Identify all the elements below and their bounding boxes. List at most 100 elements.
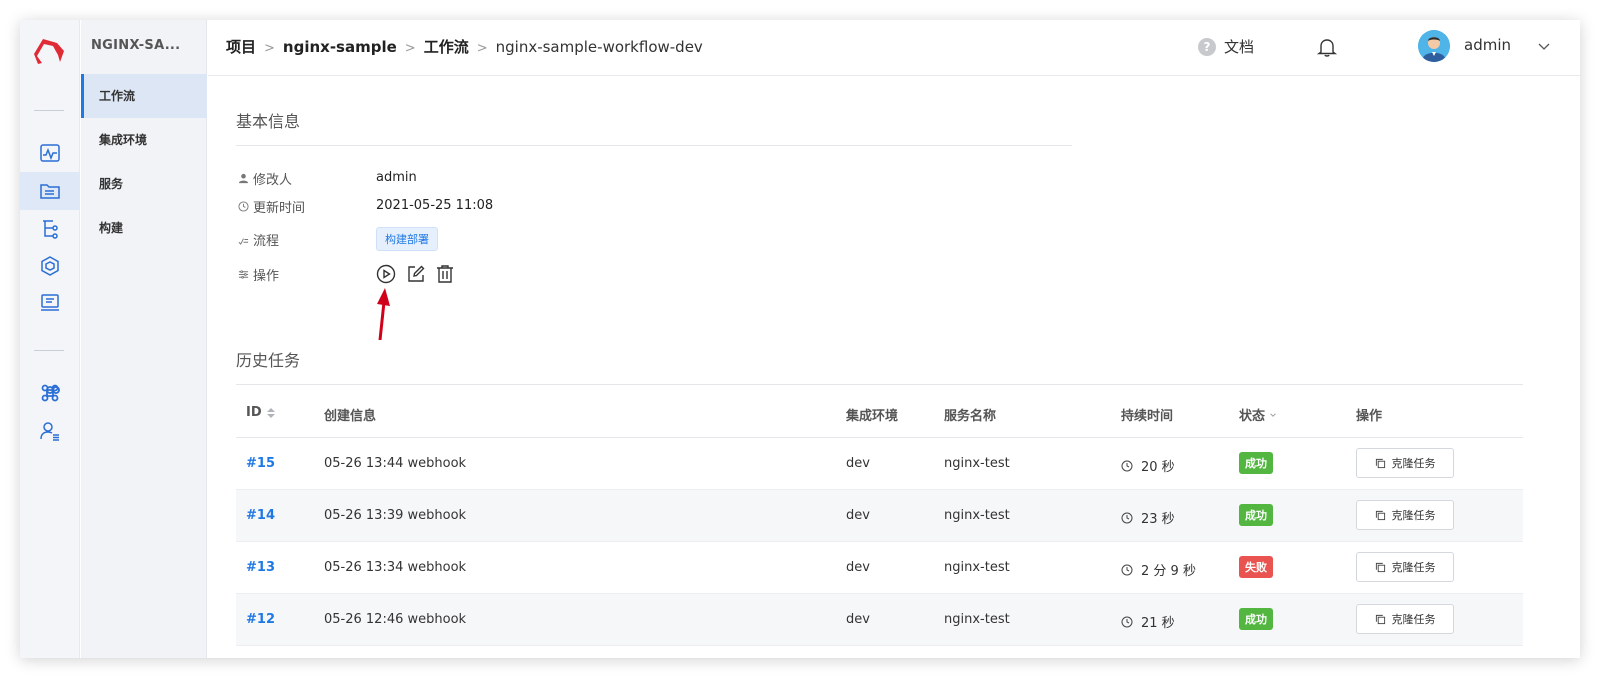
column-duration: 持续时间: [1121, 409, 1174, 424]
rail-divider: [34, 350, 64, 351]
task-created: 05-26 13:34 webhook: [324, 560, 467, 575]
task-created: 05-26 13:44 webhook: [324, 456, 467, 471]
task-created: 05-26 13:39 webhook: [324, 508, 467, 523]
clock-icon: [1121, 616, 1133, 627]
avatar[interactable]: [1418, 30, 1450, 62]
subnav-item-workflow[interactable]: 工作流: [81, 74, 207, 118]
sliders-icon: [238, 270, 249, 279]
flow-label: 流程: [238, 230, 279, 249]
clone-task-button[interactable]: 克隆任务: [1356, 448, 1454, 478]
main-content: 基本信息 修改人 admin 更新时间 2021-05-25 11:08 流程 …: [208, 76, 1580, 658]
help-icon: ?: [1198, 37, 1216, 56]
clone-task-button[interactable]: 克隆任务: [1356, 552, 1454, 582]
modifier-label: 修改人: [238, 169, 292, 188]
rail-deploy-icon[interactable]: [20, 284, 80, 322]
table-row: #14 05-26 13:39 webhook dev nginx-test 2…: [236, 490, 1523, 542]
status-badge: 成功: [1239, 504, 1273, 526]
task-id-link[interactable]: #12: [246, 612, 275, 627]
history-divider: [236, 384, 1523, 385]
clone-task-button[interactable]: 克隆任务: [1356, 500, 1454, 530]
task-environment: dev: [846, 612, 870, 627]
subnav-item-environment[interactable]: 集成环境: [81, 118, 207, 162]
flow-label-text: 流程: [253, 234, 280, 249]
task-duration: 23 秒: [1121, 508, 1175, 527]
rail-cube-icon[interactable]: [20, 247, 80, 285]
task-duration-text: 2 分 9 秒: [1141, 564, 1196, 579]
breadcrumb-projects[interactable]: 项目: [226, 38, 256, 56]
breadcrumb-separator: >: [264, 41, 275, 56]
column-environment: 集成环境: [846, 409, 899, 424]
breadcrumb-project[interactable]: nginx-sample: [283, 38, 397, 56]
run-icon[interactable]: [376, 264, 396, 284]
status-badge: 成功: [1239, 452, 1273, 474]
column-id[interactable]: ID: [246, 405, 276, 420]
table-row: #13 05-26 13:34 webhook dev nginx-test 2…: [236, 542, 1523, 594]
docs-label: 文档: [1224, 38, 1255, 56]
chevron-down-icon[interactable]: [1269, 411, 1277, 419]
rail-tree-icon[interactable]: [20, 210, 80, 248]
clone-task-label: 克隆任务: [1391, 457, 1436, 470]
copy-icon: [1375, 510, 1385, 520]
user-icon: [238, 173, 249, 184]
rail-user-list-icon[interactable]: [20, 412, 80, 450]
icon-rail: [20, 20, 80, 658]
modifier-value: admin: [376, 170, 417, 185]
edit-icon[interactable]: [406, 264, 426, 284]
updated-label: 更新时间: [238, 197, 305, 216]
task-service: nginx-test: [944, 508, 1010, 523]
sort-icon[interactable]: [266, 407, 276, 419]
column-status[interactable]: 状态: [1239, 405, 1277, 424]
column-created: 创建信息: [324, 409, 377, 424]
clock-icon: [1121, 512, 1133, 523]
clone-task-label: 克隆任务: [1391, 509, 1436, 522]
task-id-link[interactable]: #15: [246, 456, 275, 471]
chevron-down-icon[interactable]: [1536, 38, 1552, 54]
flow-icon: [238, 238, 249, 245]
task-duration: 21 秒: [1121, 612, 1175, 631]
task-service: nginx-test: [944, 560, 1010, 575]
rail-monitor-icon[interactable]: [20, 134, 80, 172]
clock-icon: [238, 201, 249, 212]
column-id-label: ID: [246, 405, 262, 420]
task-id-link[interactable]: #14: [246, 508, 275, 523]
clock-icon: [1121, 564, 1133, 575]
project-name[interactable]: NGINX-SA...: [91, 38, 180, 53]
breadcrumb-separator: >: [404, 41, 416, 56]
task-duration: 2 分 9 秒: [1121, 560, 1196, 579]
breadcrumb-current: nginx-sample-workflow-dev: [495, 38, 703, 56]
updated-value: 2021-05-25 11:08: [376, 198, 494, 213]
column-status-label: 状态: [1239, 409, 1266, 424]
actions-label: 操作: [238, 265, 279, 284]
sub-navigation: NGINX-SA... 工作流 集成环境 服务 构建: [81, 20, 207, 658]
breadcrumb-workflows[interactable]: 工作流: [424, 38, 469, 56]
flow-tag: 构建部署: [376, 227, 438, 251]
clone-task-button[interactable]: 克隆任务: [1356, 604, 1454, 634]
task-created: 05-26 12:46 webhook: [324, 612, 467, 627]
rail-project-icon[interactable]: [20, 172, 80, 210]
table-row: #12 05-26 12:46 webhook dev nginx-test 2…: [236, 594, 1523, 646]
history-title: 历史任务: [236, 351, 301, 370]
delete-icon[interactable]: [435, 264, 455, 284]
task-environment: dev: [846, 508, 870, 523]
updated-label-text: 更新时间: [253, 201, 306, 216]
docs-link[interactable]: ? 文档: [1198, 36, 1254, 57]
logo-icon[interactable]: [26, 30, 72, 76]
status-badge: 失败: [1239, 556, 1273, 578]
app-window: NGINX-SA... 工作流 集成环境 服务 构建 项目 > nginx-samp…: [20, 20, 1580, 658]
subnav-item-services[interactable]: 服务: [81, 162, 207, 206]
task-duration-text: 20 秒: [1141, 460, 1175, 475]
subnav-item-build[interactable]: 构建: [81, 206, 207, 250]
basic-info-title: 基本信息: [236, 112, 301, 131]
task-duration-text: 21 秒: [1141, 616, 1175, 631]
task-id-link[interactable]: #13: [246, 560, 275, 575]
task-duration: 20 秒: [1121, 456, 1175, 475]
username[interactable]: admin: [1464, 36, 1511, 54]
task-service: nginx-test: [944, 612, 1010, 627]
table-row: #15 05-26 13:44 webhook dev nginx-test 2…: [236, 438, 1523, 490]
clock-icon: [1121, 460, 1133, 471]
copy-icon: [1375, 562, 1385, 572]
task-environment: dev: [846, 560, 870, 575]
rail-command-icon[interactable]: [20, 374, 80, 412]
bell-icon[interactable]: [1316, 36, 1338, 58]
copy-icon: [1375, 614, 1385, 624]
